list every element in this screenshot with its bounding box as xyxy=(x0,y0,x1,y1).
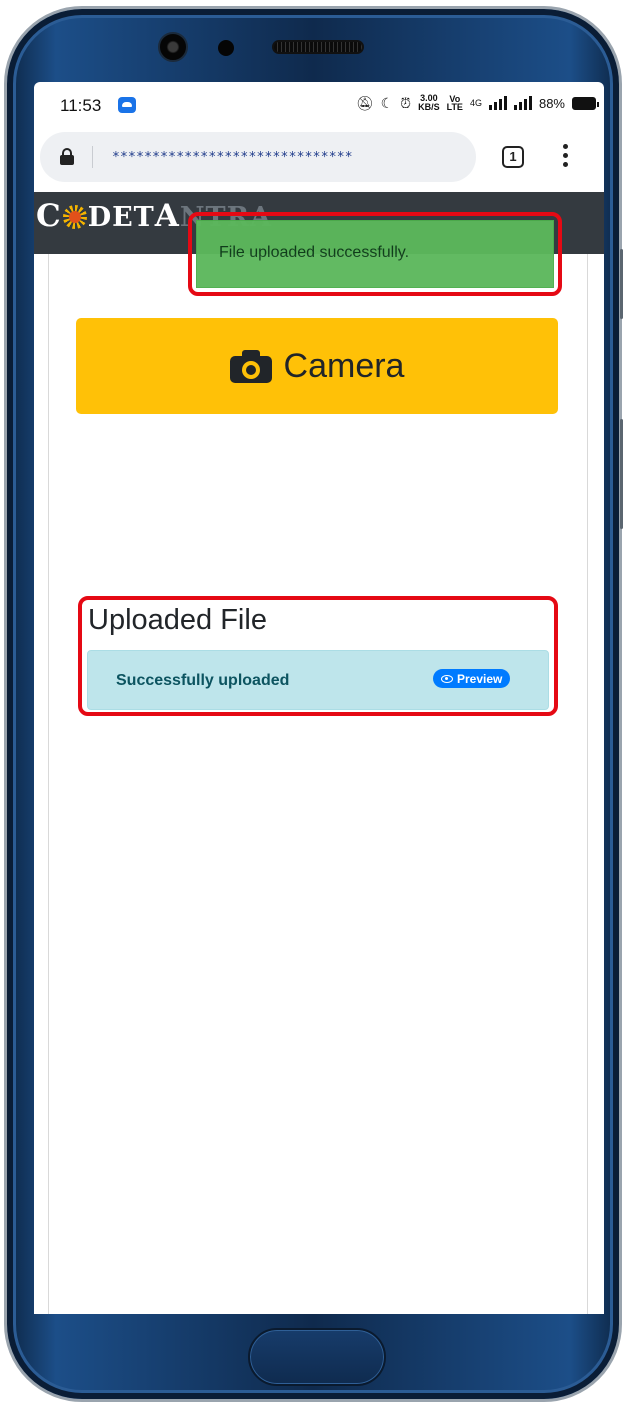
lock-icon[interactable] xyxy=(60,148,74,166)
status-time: 11:53 xyxy=(60,96,102,115)
camera-button-label: Camera xyxy=(283,346,405,385)
signal-icon-2 xyxy=(513,96,532,110)
battery-percent: 88% xyxy=(538,95,565,111)
volte-bottom: LTE xyxy=(446,102,463,112)
side-button xyxy=(620,249,623,319)
status-bar: 11:53 🔕︎ ☾ ⏰︎ 3.00 KB/S Vo LTE 4G 88% xyxy=(34,82,604,128)
front-camera-lens xyxy=(158,32,188,62)
network-type: 4G xyxy=(469,98,482,108)
earpiece-speaker xyxy=(272,40,364,54)
browser-toolbar: ****************************** 1 xyxy=(34,130,604,186)
volte-indicator: Vo LTE xyxy=(446,95,463,112)
url-divider xyxy=(92,146,93,168)
proximity-sensor xyxy=(218,40,234,56)
status-icons: 🔕︎ ☾ ⏰︎ 3.00 KB/S Vo LTE 4G 88% xyxy=(355,94,599,112)
network-speed: 3.00 KB/S xyxy=(418,94,440,112)
notification-icon xyxy=(118,97,136,113)
uploaded-highlight-box xyxy=(78,596,558,716)
home-button[interactable] xyxy=(248,1328,386,1386)
url-text[interactable]: ****************************** xyxy=(112,150,353,165)
address-bar[interactable]: ****************************** xyxy=(40,132,476,182)
logo-letter-c: C xyxy=(36,198,62,234)
moon-icon: ☾ xyxy=(380,94,394,111)
tab-switcher-icon[interactable]: 1 xyxy=(502,146,524,168)
signal-icon xyxy=(488,96,507,110)
battery-icon xyxy=(572,96,599,110)
camera-button[interactable]: Camera xyxy=(76,318,558,414)
phone-screen: 11:53 🔕︎ ☾ ⏰︎ 3.00 KB/S Vo LTE 4G 88% **… xyxy=(34,82,604,1314)
network-speed-unit: KB/S xyxy=(418,102,440,112)
logo-text: DET xyxy=(87,202,155,233)
sun-icon xyxy=(62,205,87,229)
kebab-menu-icon[interactable] xyxy=(560,142,570,170)
toast-highlight-box xyxy=(188,212,562,296)
camera-icon xyxy=(229,349,272,383)
logo-letter-a: A xyxy=(154,198,180,234)
alarm-icon: ⏰︎ xyxy=(400,94,412,111)
side-button xyxy=(620,419,623,529)
mute-icon: 🔕︎ xyxy=(355,94,374,111)
